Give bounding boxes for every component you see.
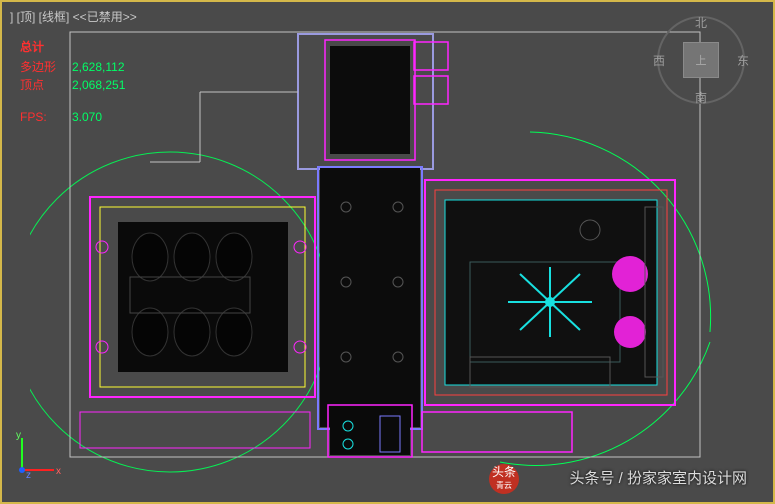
watermark-logo-line1: 头条 — [492, 465, 516, 479]
axis-y-label: y — [16, 430, 21, 441]
viewcube-east[interactable]: 东 — [737, 52, 749, 69]
viewcube-top-face[interactable]: 上 — [683, 42, 719, 78]
axis-x-label: x — [56, 466, 61, 477]
watermark-logo-icon: 头条 青云 — [489, 464, 519, 494]
wireframe-svg — [30, 12, 730, 477]
axis-gizmo[interactable]: x y z — [12, 430, 62, 480]
viewcube-north[interactable]: 北 — [695, 14, 707, 31]
viewcube-west[interactable]: 西 — [653, 52, 665, 69]
viewcube-south[interactable]: 南 — [695, 89, 707, 106]
viewport-frame[interactable]: ] [顶] [线框] <<已禁用>> 总计 多边形 2,628,112 顶点 2… — [0, 0, 775, 504]
watermark-logo-line2: 青云 — [496, 479, 512, 493]
axis-z-label: z — [26, 470, 31, 480]
watermark-text: 头条号 / 扮家家室内设计网 — [569, 467, 747, 488]
floor-plan-canvas[interactable] — [30, 12, 730, 477]
viewcube[interactable]: 上 北 南 东 西 — [657, 16, 745, 104]
